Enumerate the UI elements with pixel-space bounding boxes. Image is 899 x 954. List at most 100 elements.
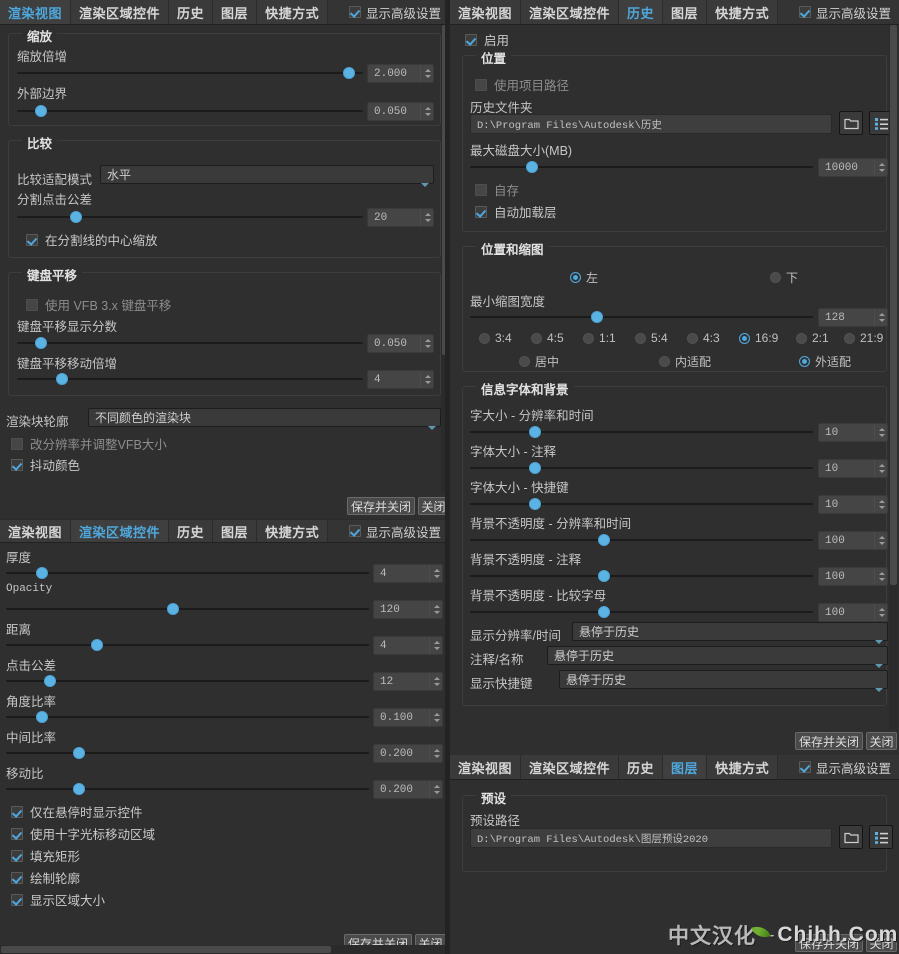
split-click-tolerance-slider[interactable]: [17, 210, 363, 224]
stepper-arrows-icon[interactable]: [429, 745, 442, 762]
stepper-arrows-icon[interactable]: [874, 460, 887, 477]
ratio-5-4-radio[interactable]: 5:4: [635, 331, 668, 345]
slider-knob[interactable]: [597, 606, 610, 618]
bg-opacity-res-time-spinbox[interactable]: 100: [818, 531, 888, 550]
autosave-checkbox[interactable]: 自存: [475, 180, 519, 199]
pan-display-fraction-spinbox[interactable]: 0.050: [367, 334, 434, 353]
bg-opacity-compare-letter-spinbox[interactable]: 100: [818, 603, 888, 622]
show-controls-on-hover-checkbox[interactable]: 仅在悬停时显示控件: [11, 802, 143, 821]
stepper-arrows-icon[interactable]: [420, 209, 433, 226]
save-and-close-button[interactable]: 保存并关闭: [795, 732, 863, 750]
bg-opacity-compare-letter-slider[interactable]: [470, 605, 813, 619]
save-and-close-button[interactable]: 保存并关闭: [347, 497, 415, 515]
distance-slider[interactable]: [6, 638, 369, 652]
close-button[interactable]: 关闭: [866, 934, 897, 952]
position-bottom-radio[interactable]: 下: [770, 269, 798, 286]
tab-shortcuts[interactable]: 快捷方式: [707, 0, 779, 24]
zoom-multiplier-slider[interactable]: [17, 66, 363, 80]
slider-knob[interactable]: [72, 783, 85, 795]
max-disk-size-spinbox[interactable]: 10000: [818, 158, 888, 177]
angle-ratio-slider[interactable]: [6, 710, 369, 724]
slider-knob[interactable]: [69, 211, 82, 223]
autoload-layers-checkbox[interactable]: 自动加载层: [475, 202, 557, 221]
stepper-arrows-icon[interactable]: [874, 309, 887, 326]
stepper-arrows-icon[interactable]: [429, 673, 442, 690]
slider-knob[interactable]: [590, 311, 603, 323]
ratio-1-1-radio[interactable]: 1:1: [583, 331, 616, 345]
font-size-note-slider[interactable]: [470, 461, 813, 475]
stepper-arrows-icon[interactable]: [429, 781, 442, 798]
pan-move-multiplier-spinbox[interactable]: 4: [367, 370, 434, 389]
save-and-close-button[interactable]: 保存并关闭: [795, 934, 863, 952]
position-left-radio[interactable]: 左: [570, 269, 598, 286]
tab-region-control[interactable]: 渲染区域控件: [521, 755, 620, 779]
use-project-path-checkbox[interactable]: 使用项目路径: [475, 75, 569, 94]
draw-outline-checkbox[interactable]: 绘制轮廓: [11, 868, 80, 887]
fit-center-radio[interactable]: 居中: [519, 353, 559, 370]
tab-region-control[interactable]: 渲染区域控件: [521, 0, 620, 24]
slider-knob[interactable]: [525, 161, 538, 173]
scrollbar-thumb[interactable]: [890, 25, 897, 585]
bg-opacity-res-time-slider[interactable]: [470, 533, 813, 547]
slider-knob[interactable]: [166, 603, 179, 615]
click-tolerance-spinbox[interactable]: 12: [373, 672, 443, 691]
compare-mode-combobox[interactable]: 水平: [100, 165, 434, 187]
font-size-res-time-spinbox[interactable]: 10: [818, 423, 888, 442]
stepper-arrows-icon[interactable]: [874, 496, 887, 513]
stepper-arrows-icon[interactable]: [429, 709, 442, 726]
stepper-arrows-icon[interactable]: [874, 159, 887, 176]
bucket-outline-combobox[interactable]: 不同颜色的渲染块: [88, 408, 441, 430]
slider-knob[interactable]: [90, 639, 103, 651]
tab-layers[interactable]: 图层: [213, 520, 258, 542]
show-advanced-toggle[interactable]: 显示高级设置: [348, 520, 449, 542]
tab-layers[interactable]: 图层: [663, 0, 708, 24]
slider-knob[interactable]: [36, 567, 49, 579]
stepper-arrows-icon[interactable]: [420, 65, 433, 82]
slider-knob[interactable]: [35, 337, 48, 349]
font-size-res-time-slider[interactable]: [470, 425, 813, 439]
slider-knob[interactable]: [529, 462, 542, 474]
min-thumbnail-width-spinbox[interactable]: 128: [818, 308, 888, 327]
slider-knob[interactable]: [529, 426, 542, 438]
dither-color-checkbox[interactable]: 抖动颜色: [11, 455, 80, 474]
zoom-multiplier-spinbox[interactable]: 2.000: [367, 64, 434, 83]
close-button[interactable]: 关闭: [866, 732, 897, 750]
outer-border-spinbox[interactable]: 0.050: [367, 102, 434, 121]
distance-spinbox[interactable]: 4: [373, 636, 443, 655]
horizontal-scrollbar[interactable]: [0, 945, 449, 954]
show-advanced-toggle[interactable]: 显示高级设置: [798, 0, 899, 24]
tab-history[interactable]: 历史: [169, 0, 214, 24]
resize-vfb-checkbox[interactable]: 改分辨率并调整VFB大小: [11, 434, 167, 453]
ratio-21-9-radio[interactable]: 21:9: [844, 331, 883, 345]
ratio-16-9-radio[interactable]: 16:9: [739, 331, 778, 345]
ratio-4-3-radio[interactable]: 4:3: [687, 331, 720, 345]
show-res-time-combobox[interactable]: 悬停于历史: [572, 622, 888, 644]
bg-opacity-note-slider[interactable]: [470, 569, 813, 583]
move-ratio-slider[interactable]: [6, 782, 369, 796]
move-ratio-spinbox[interactable]: 0.200: [373, 780, 443, 799]
stepper-arrows-icon[interactable]: [874, 424, 887, 441]
tab-render-view[interactable]: 渲染视图: [0, 520, 72, 542]
bg-opacity-note-spinbox[interactable]: 100: [818, 567, 888, 586]
preset-path-input[interactable]: D:\Program Files\Autodesk\图层预设2020: [470, 828, 832, 848]
history-folder-input[interactable]: D:\Program Files\Autodesk\历史: [470, 114, 832, 134]
scrollbar-thumb[interactable]: [1, 946, 331, 953]
min-thumbnail-width-slider[interactable]: [470, 310, 813, 324]
slider-knob[interactable]: [35, 105, 48, 117]
pan-display-fraction-slider[interactable]: [17, 336, 363, 350]
pan-move-multiplier-slider[interactable]: [17, 372, 363, 386]
font-size-shortcut-spinbox[interactable]: 10: [818, 495, 888, 514]
angle-ratio-spinbox[interactable]: 0.100: [373, 708, 443, 727]
tab-history[interactable]: 历史: [169, 520, 214, 542]
browse-folder-button[interactable]: [839, 111, 863, 135]
stepper-arrows-icon[interactable]: [420, 103, 433, 120]
fit-inside-radio[interactable]: 内适配: [659, 353, 711, 370]
tab-layers[interactable]: 图层: [213, 0, 258, 24]
tab-render-view[interactable]: 渲染视图: [450, 755, 522, 779]
preset-list-button[interactable]: [869, 825, 893, 849]
stepper-arrows-icon[interactable]: [874, 568, 887, 585]
opacity-spinbox[interactable]: 120: [373, 600, 443, 619]
panel-divider[interactable]: [445, 0, 450, 954]
middle-ratio-slider[interactable]: [6, 746, 369, 760]
tab-render-view[interactable]: 渲染视图: [0, 0, 72, 24]
